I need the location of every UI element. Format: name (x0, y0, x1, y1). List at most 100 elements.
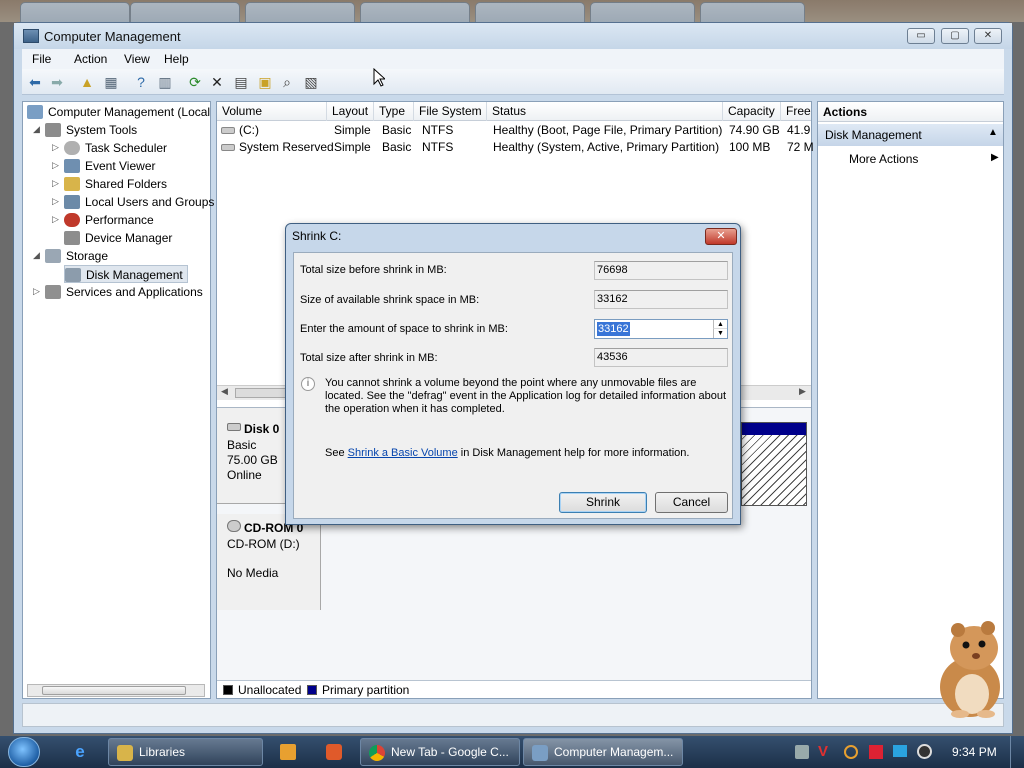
tree-item-device-manager[interactable]: Device Manager (64, 229, 172, 247)
expand-arrow-icon[interactable]: ▷ (52, 160, 59, 171)
tray-speaker-icon[interactable] (917, 744, 932, 759)
help-link[interactable]: Shrink a Basic Volume (348, 447, 458, 459)
tray-antivirus-icon[interactable]: V (818, 743, 828, 760)
window-titlebar[interactable]: Computer Management ▭ ▢ ✕ (14, 23, 1012, 49)
scroll-left-icon[interactable]: ◀ (221, 386, 228, 397)
refresh-icon[interactable]: ⟳ (186, 73, 204, 91)
tree-item-system-tools[interactable]: System Tools (45, 121, 137, 139)
menu-action[interactable]: Action (74, 52, 107, 66)
menu-file[interactable]: File (32, 52, 51, 66)
browser-tab[interactable] (590, 2, 695, 22)
collapse-arrow-icon[interactable]: ◢ (33, 250, 40, 261)
taskbar-chrome[interactable]: New Tab - Google C... (360, 738, 520, 766)
cdrom-icon (227, 520, 241, 532)
column-header-capacity[interactable]: Capacity (723, 102, 781, 121)
properties-icon[interactable]: ▤ (232, 73, 250, 91)
close-button[interactable]: ✕ (974, 28, 1002, 44)
actions-header: Actions (818, 102, 1003, 122)
console-tree: Computer Management (Local ◢ System Tool… (22, 101, 214, 699)
browser-tab[interactable] (20, 2, 130, 22)
back-arrow-icon[interactable]: ⬅ (26, 73, 44, 91)
tree-horizontal-scrollbar[interactable] (27, 684, 205, 697)
cdrom-info[interactable]: CD-ROM 0 CD-ROM (D:) No Media (217, 514, 321, 610)
tree-item-root[interactable]: Computer Management (Local (27, 103, 210, 121)
shrink-amount-input[interactable]: 33162 (597, 322, 630, 336)
show-desktop-button[interactable] (1010, 736, 1024, 768)
spin-up-icon[interactable]: ▲ (713, 320, 727, 329)
tree-item-shared-folders[interactable]: Shared Folders (64, 175, 167, 193)
column-header-volume[interactable]: Volume (217, 102, 327, 121)
start-button[interactable] (8, 737, 40, 767)
cell-file-system: NTFS (422, 140, 454, 154)
expand-arrow-icon[interactable]: ▷ (52, 178, 59, 189)
cell-free: 72 M (787, 140, 814, 154)
tray-network-icon[interactable] (795, 745, 809, 759)
minimize-button[interactable]: ▭ (907, 28, 935, 44)
expand-arrow-icon[interactable]: ▷ (52, 142, 59, 153)
browser-tab[interactable] (245, 2, 355, 22)
tree-item-disk-management[interactable]: Disk Management (64, 265, 188, 283)
open-folder-icon[interactable]: ▣ (256, 73, 274, 91)
browser-tab[interactable] (700, 2, 805, 22)
expand-arrow-icon[interactable]: ▷ (52, 214, 59, 225)
browser-tab[interactable] (360, 2, 470, 22)
tray-search-icon[interactable] (844, 745, 858, 759)
column-header-type[interactable]: Type (374, 102, 414, 121)
collapse-arrow-icon[interactable]: ◢ (33, 124, 40, 135)
column-header-file-system[interactable]: File System (414, 102, 487, 121)
cell-layout: Simple (334, 123, 371, 137)
disk-legend: Unallocated Primary partition (217, 680, 811, 698)
table-row[interactable]: System Reserved Simple Basic NTFS Health… (217, 139, 814, 156)
expand-arrow-icon[interactable]: ▷ (52, 196, 59, 207)
more-actions-item[interactable]: More Actions ▶ (818, 149, 1003, 169)
tree-item-performance[interactable]: Performance (64, 211, 154, 229)
cancel-button[interactable]: Cancel (655, 492, 728, 513)
partition-c-block[interactable] (741, 422, 807, 506)
tray-flag-icon[interactable] (869, 745, 883, 759)
tree-item-storage[interactable]: Storage (45, 247, 108, 265)
help-icon[interactable]: ? (132, 73, 150, 91)
media-player-icon[interactable] (280, 744, 296, 760)
expand-arrow-icon[interactable]: ▷ (33, 286, 40, 297)
shrink-button[interactable]: Shrink (559, 492, 647, 513)
taskbar-computer-management[interactable]: Computer Managem... (523, 738, 683, 766)
maximize-button[interactable]: ▢ (941, 28, 969, 44)
scroll-thumb[interactable] (42, 686, 186, 695)
app-icon[interactable] (326, 744, 342, 760)
search-icon[interactable]: ⌕ (278, 73, 296, 91)
tree-label: Device Manager (85, 231, 173, 245)
browser-tab[interactable] (130, 2, 240, 22)
collapse-up-icon[interactable]: ▲ (988, 127, 998, 138)
column-header-status[interactable]: Status (487, 102, 723, 121)
tray-display-icon[interactable] (893, 745, 907, 757)
tree-item-local-users[interactable]: Local Users and Groups (64, 193, 214, 211)
users-icon (64, 195, 80, 209)
up-folder-icon[interactable]: ▲ (78, 73, 96, 91)
menu-view[interactable]: View (124, 52, 150, 66)
dialog-close-button[interactable]: ✕ (705, 228, 737, 245)
spin-down-icon[interactable]: ▼ (713, 329, 727, 338)
shrink-amount-stepper[interactable]: 33162 ▲ ▼ (594, 319, 728, 339)
taskbar-clock[interactable]: 9:34 PM (952, 745, 997, 759)
info-icon: i (301, 377, 315, 391)
actions-pane: Actions Disk Management ▲ More Actions ▶ (817, 101, 1004, 699)
taskbar-libraries[interactable]: Libraries (108, 738, 263, 766)
column-header-layout[interactable]: Layout (327, 102, 374, 121)
table-row[interactable]: (C:) Simple Basic NTFS Healthy (Boot, Pa… (217, 122, 811, 139)
show-hide-action-pane-icon[interactable]: ▥ (156, 73, 174, 91)
cell-volume: System Reserved (239, 140, 334, 154)
actions-section-disk-management[interactable]: Disk Management ▲ (818, 124, 1003, 146)
browser-tab[interactable] (475, 2, 585, 22)
delete-icon[interactable]: ✕ (208, 73, 226, 91)
tree-item-services[interactable]: Services and Applications (45, 283, 203, 301)
scroll-right-icon[interactable]: ▶ (799, 386, 806, 397)
tree-item-task-scheduler[interactable]: Task Scheduler (64, 139, 167, 157)
export-list-icon[interactable]: ▧ (302, 73, 320, 91)
internet-explorer-icon[interactable]: e (70, 743, 90, 761)
menu-bar: File Action View Help (22, 49, 1004, 69)
tree-item-event-viewer[interactable]: Event Viewer (64, 157, 155, 175)
show-hide-tree-icon[interactable]: ▦ (102, 73, 120, 91)
menu-help[interactable]: Help (164, 52, 189, 66)
forward-arrow-icon[interactable]: ➡ (48, 73, 66, 91)
column-header-free[interactable]: Free (781, 102, 811, 121)
